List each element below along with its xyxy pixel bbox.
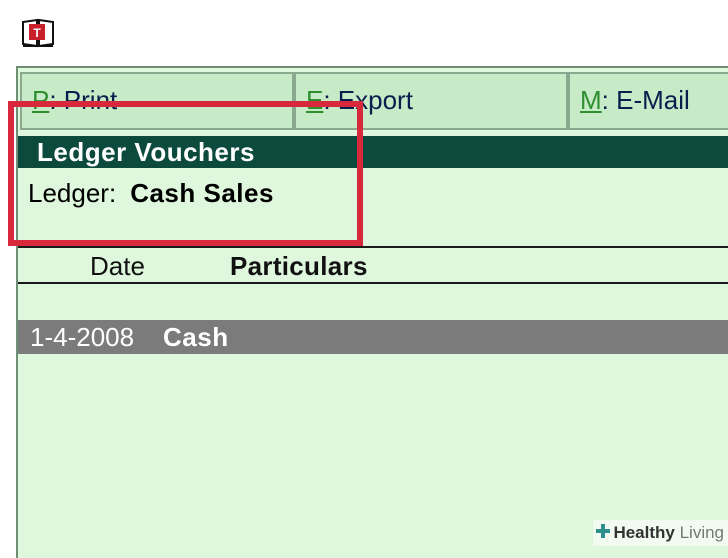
column-date: Date xyxy=(90,251,145,281)
row-particulars: Cash xyxy=(163,322,229,352)
ledger-info: Ledger: Cash Sales xyxy=(28,178,274,209)
export-button[interactable]: E: Export xyxy=(294,72,568,130)
cross-logo-icon xyxy=(595,521,611,547)
button-bar: P: Print E: Export M: E-Mail xyxy=(18,68,728,132)
watermark-healthy: Healthy xyxy=(613,523,675,542)
email-hotkey: M xyxy=(580,85,602,115)
svg-text:T: T xyxy=(33,26,41,40)
table-row[interactable]: 1-4-2008 Cash xyxy=(18,320,728,354)
export-label: : Export xyxy=(323,85,413,115)
ledger-value: Cash Sales xyxy=(130,178,274,208)
ledger-label: Ledger: xyxy=(28,178,117,208)
row-date: 1-4-2008 xyxy=(30,322,135,352)
report-title: Ledger Vouchers xyxy=(18,136,728,168)
print-button[interactable]: P: Print xyxy=(20,72,294,130)
export-hotkey: E xyxy=(306,85,324,115)
email-button[interactable]: M: E-Mail xyxy=(568,72,728,130)
watermark: Healthy Living xyxy=(593,520,728,546)
tally-app-icon[interactable]: T xyxy=(20,14,56,50)
column-particulars: Particulars xyxy=(230,251,368,281)
print-hotkey: P xyxy=(32,85,50,115)
report-panel: P: Print E: Export M: E-Mail Ledger Vouc… xyxy=(16,66,728,558)
column-header: Date Particulars xyxy=(18,246,728,284)
email-label: : E-Mail xyxy=(601,85,690,115)
print-label: : Print xyxy=(49,85,118,115)
watermark-living: Living xyxy=(674,523,724,542)
